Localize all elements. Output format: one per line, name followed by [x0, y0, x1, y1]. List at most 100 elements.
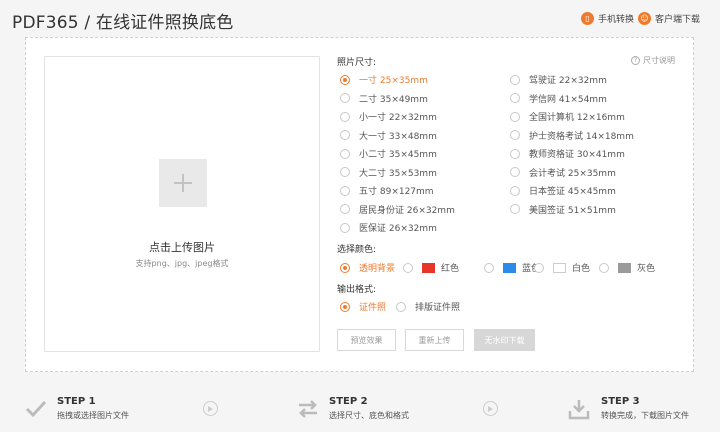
radio-icon[interactable]: [340, 167, 350, 177]
radio-icon[interactable]: [340, 74, 350, 85]
step-1-title: STEP 1: [57, 396, 96, 407]
option-label: 小二寸 35×45mm: [359, 150, 437, 160]
radio-icon[interactable]: [510, 167, 520, 177]
option-color-options-1[interactable]: 红色: [403, 261, 459, 274]
header: PDF365 / 在线证件照换底色 ▯ 手机转换 ☺ 客户端下载: [0, 0, 720, 38]
mobile-icon: ▯: [581, 12, 594, 25]
radio-icon[interactable]: [340, 301, 350, 312]
option-size-options_right-7[interactable]: 美国签证 51×51mm: [510, 203, 616, 216]
option-label: 红色: [441, 264, 460, 274]
radio-icon[interactable]: [340, 222, 350, 233]
radio-icon[interactable]: [510, 185, 520, 196]
mobile-convert-label: 手机转换: [598, 15, 635, 25]
option-format-options-0[interactable]: 证件照: [340, 300, 386, 313]
option-size-options_right-5[interactable]: 会计考试 25×35mm: [510, 166, 616, 179]
radio-icon[interactable]: [340, 130, 350, 140]
plus-icon[interactable]: [159, 159, 207, 207]
mobile-convert-link[interactable]: ▯ 手机转换: [581, 12, 634, 25]
option-label: 教师资格证 30×41mm: [529, 150, 625, 160]
option-label: 白色: [572, 264, 591, 274]
step-3-title: STEP 3: [601, 396, 640, 407]
radio-icon[interactable]: [510, 148, 520, 159]
preview-button[interactable]: 预览效果: [337, 329, 396, 351]
option-size-options_left-1[interactable]: 二寸 35×49mm: [340, 92, 428, 105]
radio-icon[interactable]: [340, 262, 350, 273]
option-label: 会计考试 25×35mm: [529, 168, 616, 179]
radio-icon[interactable]: [510, 74, 520, 85]
option-format-options-1[interactable]: 排版证件照: [396, 300, 460, 313]
radio-icon[interactable]: [340, 148, 350, 159]
option-label: 美国签证 51×51mm: [529, 205, 616, 216]
option-size-options_right-6[interactable]: 日本签证 45×45mm: [510, 184, 616, 197]
upload-area[interactable]: 点击上传图片 支持png、jpg、jpeg格式: [44, 56, 320, 352]
radio-icon[interactable]: [340, 185, 350, 196]
check-icon: [25, 400, 47, 418]
radio-icon[interactable]: [510, 111, 520, 122]
radio-icon[interactable]: [510, 130, 520, 140]
option-size-options_left-8[interactable]: 医保证 26×32mm: [340, 221, 437, 234]
option-size-options_left-7[interactable]: 居民身份证 26×32mm: [340, 203, 455, 216]
option-label: 日本签证 45×45mm: [529, 187, 616, 197]
client-download-link[interactable]: ☺ 客户端下载: [638, 12, 700, 25]
option-size-options_right-4[interactable]: 教师资格证 30×41mm: [510, 147, 625, 160]
option-label: 排版证件照: [415, 303, 461, 313]
download-tray-icon: [568, 400, 590, 420]
option-label: 小一寸 22×32mm: [359, 113, 437, 123]
radio-icon[interactable]: [340, 204, 350, 214]
color-swatch: [553, 262, 566, 273]
radio-icon[interactable]: [510, 204, 520, 214]
option-label: 证件照: [359, 303, 387, 313]
reupload-button[interactable]: 重新上传: [405, 329, 464, 351]
radio-icon[interactable]: [534, 262, 544, 273]
step-2-desc: 选择尺寸、底色和格式: [329, 411, 409, 420]
option-label: 一寸 25×35mm: [359, 76, 428, 86]
radio-icon[interactable]: [599, 262, 609, 273]
option-color-options-3[interactable]: 白色: [534, 261, 590, 274]
option-color-options-4[interactable]: 灰色: [599, 261, 655, 274]
option-color-options-0[interactable]: 透明背景: [340, 261, 395, 274]
radio-icon[interactable]: [403, 262, 413, 273]
option-size-options_right-0[interactable]: 驾驶证 22×32mm: [510, 73, 607, 86]
page-title: PDF365 / 在线证件照换底色: [12, 13, 234, 33]
format-label: 输出格式:: [337, 285, 377, 295]
option-size-options_left-5[interactable]: 大二寸 35×53mm: [340, 166, 437, 179]
size-help-link[interactable]: ? 尺寸说明: [631, 55, 675, 66]
option-size-options_left-4[interactable]: 小二寸 35×45mm: [340, 147, 437, 160]
step-2-title: STEP 2: [329, 396, 368, 407]
color-swatch: [503, 262, 516, 273]
color-swatch: [422, 262, 435, 273]
option-label: 居民身份证 26×32mm: [359, 205, 455, 216]
option-label: 护士资格考试 14×18mm: [529, 131, 634, 142]
option-size-options_left-6[interactable]: 五寸 89×127mm: [340, 184, 434, 197]
option-label: 医保证 26×32mm: [359, 224, 437, 234]
upload-hint: 支持png、jpg、jpeg格式: [135, 259, 229, 268]
radio-icon[interactable]: [484, 262, 494, 273]
client-download-label: 客户端下载: [655, 15, 701, 25]
step-arrow-icon: [203, 401, 218, 416]
step-1-desc: 拖拽或选择图片文件: [57, 411, 129, 420]
color-swatch: [618, 262, 631, 273]
option-size-options_right-2[interactable]: 全国计算机 12×16mm: [510, 110, 625, 123]
option-label: 大二寸 35×53mm: [359, 168, 437, 179]
download-button[interactable]: 无水印下载: [474, 329, 535, 351]
radio-icon[interactable]: [340, 111, 350, 122]
swap-arrows-icon: [299, 400, 317, 418]
option-size-options_right-3[interactable]: 护士资格考试 14×18mm: [510, 129, 634, 142]
option-size-options_left-2[interactable]: 小一寸 22×32mm: [340, 110, 437, 123]
option-size-options_left-0[interactable]: 一寸 25×35mm: [340, 73, 428, 86]
upload-title: 点击上传图片: [149, 241, 215, 254]
client-icon: ☺: [638, 12, 651, 25]
option-size-options_right-1[interactable]: 学信网 41×54mm: [510, 92, 607, 105]
size-label: 照片尺寸:: [337, 58, 377, 68]
radio-icon[interactable]: [510, 93, 520, 103]
question-icon: ?: [631, 56, 640, 65]
option-color-options-2[interactable]: 蓝色: [484, 261, 540, 274]
radio-icon[interactable]: [340, 93, 350, 103]
steps-bar: STEP 1 拖拽或选择图片文件 STEP 2 选择尺寸、底色和格式 STEP …: [0, 390, 720, 432]
main-card: 点击上传图片 支持png、jpg、jpeg格式 照片尺寸: ? 尺寸说明 选择颜…: [25, 37, 694, 372]
option-label: 灰色: [637, 264, 656, 274]
option-size-options_left-3[interactable]: 大一寸 33×48mm: [340, 129, 437, 142]
option-label: 大一寸 33×48mm: [359, 131, 437, 142]
option-label: 驾驶证 22×32mm: [529, 76, 607, 86]
radio-icon[interactable]: [396, 301, 406, 312]
